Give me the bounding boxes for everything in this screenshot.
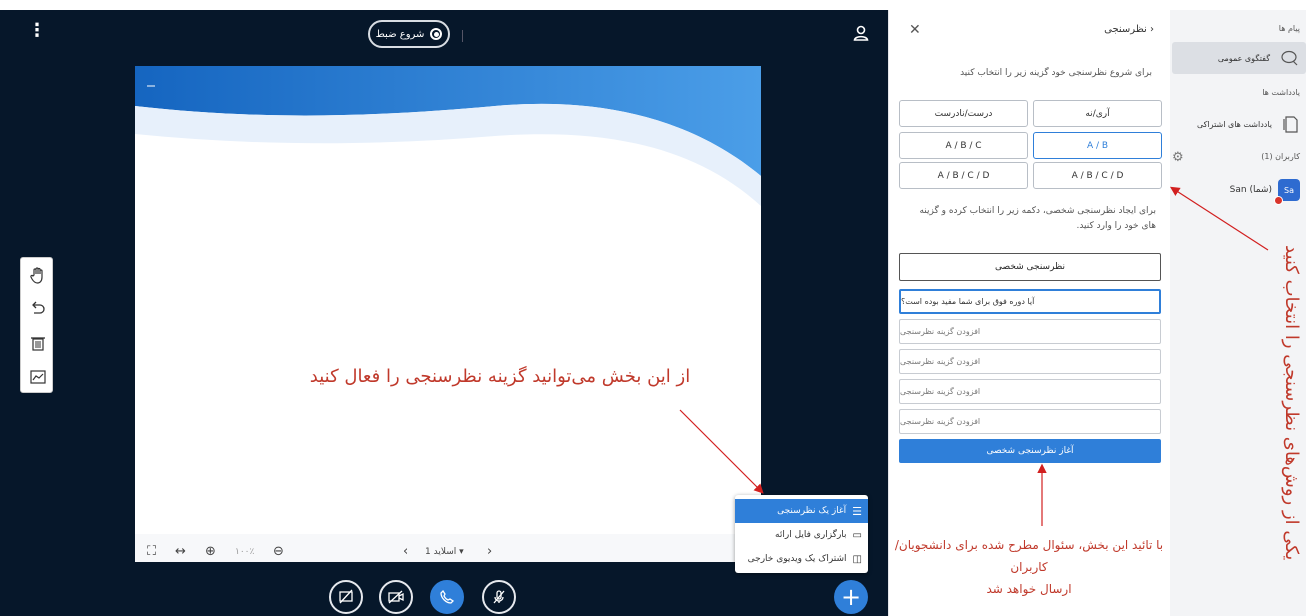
poll-option-abcd-2[interactable]: A / B / C / D xyxy=(899,162,1028,189)
action-bar: + xyxy=(0,580,888,616)
custom-poll-description: برای ایجاد نظرسنجی شخصی، دکمه زیر را انت… xyxy=(919,206,1156,231)
poll-option-true-false[interactable]: درست/نادرست xyxy=(899,100,1028,127)
poll-title[interactable]: ‹ نظرسنجی xyxy=(1104,24,1154,35)
menu-item-label: آغاز یک نظرسنجی xyxy=(777,506,847,516)
poll-instruction: برای شروع نظرسنجی خود گزینه زیر را انتخا… xyxy=(960,68,1152,78)
camera-off-icon[interactable] xyxy=(379,580,413,614)
hand-tool-icon[interactable] xyxy=(21,258,54,292)
notes-label: یادداشت ها xyxy=(1262,88,1300,97)
poll-panel: ✕ ‹ نظرسنجی برای شروع نظرسنجی خود گزینه … xyxy=(888,10,1170,616)
public-chat-label: گفتگوی عمومی xyxy=(1217,53,1270,63)
plus-actions-button[interactable]: + xyxy=(834,580,868,614)
user-list-item[interactable]: San (شما) Sa xyxy=(1172,178,1306,205)
poll-question-input[interactable]: آیا دوره فوق برای شما مفید بوده است؟ xyxy=(899,289,1161,314)
phone-icon[interactable] xyxy=(430,580,464,614)
zoom-out-icon[interactable]: ⊖ xyxy=(273,544,284,559)
poll-option-input[interactable]: افزودن گزینه نظرسنجی xyxy=(899,379,1161,404)
poll-option-input[interactable]: افزودن گزینه نظرسنجی xyxy=(899,319,1161,344)
whiteboard-toolbar xyxy=(20,257,53,393)
poll-annotation: با تائید این بخش، سئوال مطرح شده برای دا… xyxy=(888,534,1170,600)
sidebar-annotation: یکی از روش‌های نظرسنجی را انتخاب کنید xyxy=(1281,244,1302,560)
zoom-level: ۱۰۰٪ xyxy=(235,547,255,557)
messages-label: پیام ها xyxy=(1278,24,1300,33)
chat-icon xyxy=(1281,50,1298,66)
slide-background xyxy=(135,66,761,562)
video-icon: ◫ xyxy=(852,553,862,565)
mic-off-icon[interactable] xyxy=(482,580,516,614)
back-chevron-icon: ‹ xyxy=(1150,24,1154,35)
poll-option-ab[interactable]: A / B xyxy=(1033,132,1162,159)
poll-option-input[interactable]: افزودن گزینه نظرسنجی xyxy=(899,409,1161,434)
poll-annotation-line1: با تائید این بخش، سئوال مطرح شده برای دا… xyxy=(894,538,1164,574)
presentation-icon: ▭ xyxy=(852,529,862,541)
presentation-slide[interactable] xyxy=(135,66,761,562)
muted-mic-icon xyxy=(1274,196,1283,205)
avatar: Sa xyxy=(1274,179,1300,205)
avatar-initials: Sa xyxy=(1284,185,1294,195)
slide-select[interactable]: اسلاید 1 ▾ xyxy=(425,547,464,557)
menu-item-label: بارگزاری فایل ارائه xyxy=(775,530,847,540)
custom-poll-button[interactable]: نظرسنجی شخصی xyxy=(899,253,1161,281)
fit-width-icon[interactable]: ↔ xyxy=(175,544,186,559)
undo-icon[interactable] xyxy=(21,292,54,326)
slide-controls: ⛶ ↔ ⊕ ۱۰۰٪ ⊖ ‹ اسلاید 1 ▾ › xyxy=(135,536,761,572)
zoom-in-icon[interactable]: ⊕ xyxy=(205,544,216,559)
close-icon[interactable]: ✕ xyxy=(909,22,921,38)
meeting-app: ⋮ شروع ضبط ⛶ ↔ ⊕ ۱۰۰٪ ⊖ ‹ اسلاید 1 ▾ › ا… xyxy=(0,0,1306,616)
menu-item-upload-presentation[interactable]: بارگزاری فایل ارائه ▭ xyxy=(735,523,868,547)
multi-user-whiteboard-icon[interactable] xyxy=(21,360,54,394)
users-label: کاربران (1) xyxy=(1261,152,1300,161)
shared-notes-label: یادداشت های اشتراکی xyxy=(1196,119,1272,129)
record-label: شروع ضبط xyxy=(375,28,425,40)
next-slide-icon[interactable]: › xyxy=(487,544,492,559)
delete-icon[interactable] xyxy=(21,326,54,360)
poll-option-abc[interactable]: A / B / C xyxy=(899,132,1028,159)
poll-option-input[interactable]: افزودن گزینه نظرسنجی xyxy=(899,349,1161,374)
poll-annotation-line2: ارسال خواهد شد xyxy=(986,582,1072,596)
options-menu-icon[interactable]: ⋮ xyxy=(28,22,46,40)
notes-icon xyxy=(1283,116,1298,133)
divider xyxy=(462,30,463,42)
menu-item-start-poll[interactable]: آغاز یک نظرسنجی ☰ xyxy=(735,499,868,523)
user-icon[interactable] xyxy=(852,24,870,42)
poll-option-yes-no[interactable]: آری/نه xyxy=(1033,100,1162,127)
screen-share-icon[interactable] xyxy=(329,580,363,614)
poll-option-abcd[interactable]: A / B / C / D xyxy=(1033,162,1162,189)
shared-notes-item[interactable]: یادداشت های اشتراکی xyxy=(1172,112,1306,136)
gear-icon[interactable]: ⚙ xyxy=(1172,150,1184,165)
menu-item-label: اشتراک یک ویدیوی خارجی xyxy=(747,554,847,564)
actions-menu: آغاز یک نظرسنجی ☰ بارگزاری فایل ارائه ▭ … xyxy=(735,495,868,573)
poll-icon: ☰ xyxy=(852,504,862,518)
record-icon xyxy=(430,28,443,40)
user-name: San (شما) xyxy=(1229,185,1272,195)
fullscreen-icon[interactable]: ⛶ xyxy=(147,544,156,559)
slide-label: اسلاید 1 xyxy=(425,547,457,557)
prev-slide-icon[interactable]: ‹ xyxy=(403,544,408,559)
start-recording-button[interactable]: شروع ضبط xyxy=(368,20,450,48)
public-chat-item[interactable]: گفتگوی عمومی xyxy=(1172,42,1306,74)
slide-annotation: از این بخش می‌توانید گزینه نظرسنجی را فع… xyxy=(309,366,691,387)
poll-title-text: نظرسنجی xyxy=(1104,24,1147,35)
menu-item-share-video[interactable]: اشتراک یک ویدیوی خارجی ◫ xyxy=(735,547,868,571)
start-custom-poll-button[interactable]: آغاز نظرسنجی شخصی xyxy=(899,439,1161,463)
